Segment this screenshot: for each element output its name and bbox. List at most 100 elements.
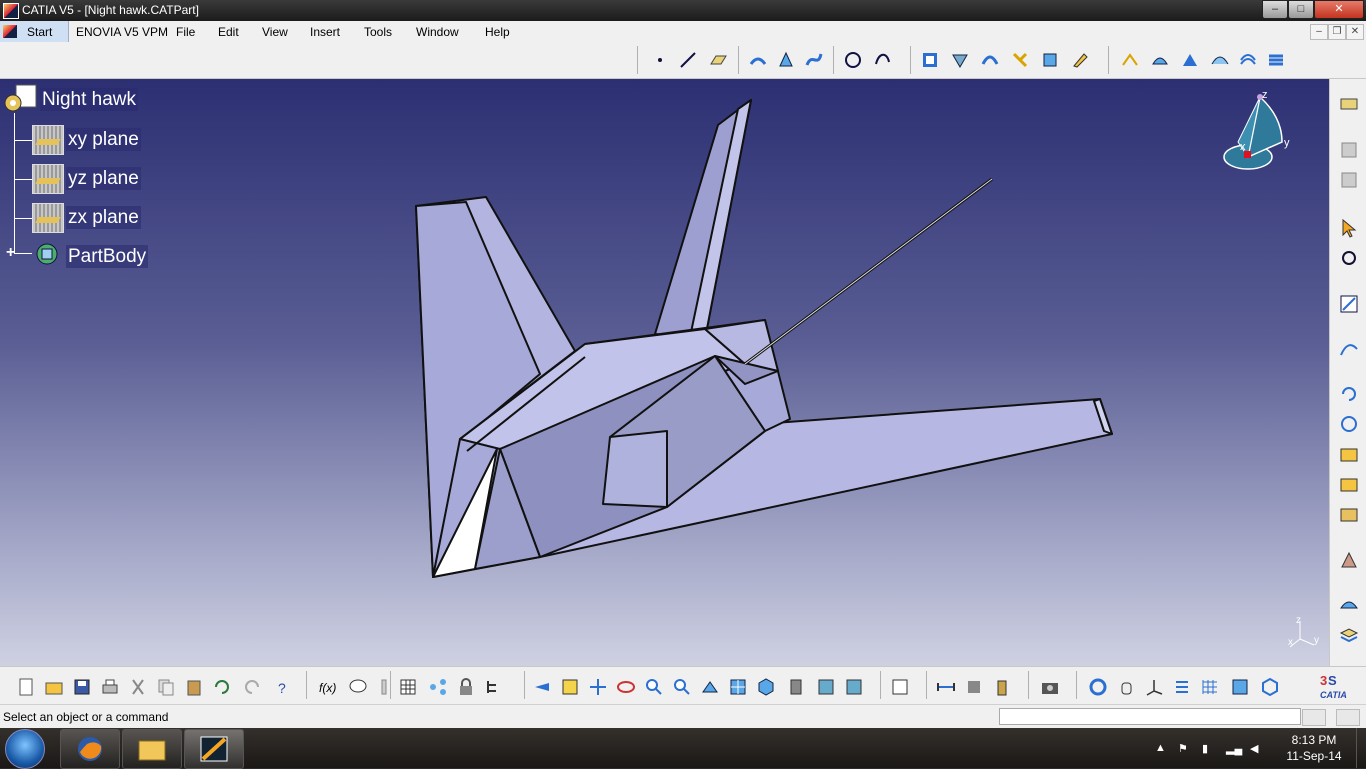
- select-arrow-icon[interactable]: [1338, 217, 1360, 239]
- undo-icon[interactable]: [212, 677, 232, 697]
- doc-close-button[interactable]: ✕: [1346, 24, 1364, 40]
- grid-icon[interactable]: [1200, 677, 1220, 697]
- menu-enovia[interactable]: ENOVIA V5 VPM: [76, 25, 168, 39]
- geometry-set-icon[interactable]: [1338, 473, 1360, 495]
- device-icon[interactable]: ▮: [1202, 742, 1214, 755]
- tree-icon[interactable]: [484, 677, 504, 697]
- axis-system-icon[interactable]: [1338, 593, 1360, 615]
- spline-icon[interactable]: [873, 50, 893, 70]
- menu-edit[interactable]: Edit: [218, 25, 239, 39]
- menu-tools[interactable]: Tools: [364, 25, 392, 39]
- menu-help[interactable]: Help: [485, 25, 510, 39]
- properties-icon[interactable]: [890, 677, 910, 697]
- lock-icon[interactable]: [456, 677, 476, 697]
- sketcher-icon[interactable]: [1338, 293, 1360, 315]
- normal-view-icon[interactable]: [700, 677, 720, 697]
- menu-start[interactable]: Start: [0, 21, 69, 42]
- pan-icon[interactable]: [588, 677, 608, 697]
- swirl-icon[interactable]: [1088, 677, 1108, 697]
- menu-insert[interactable]: Insert: [310, 25, 340, 39]
- 3d-viewport[interactable]: Night hawk xy plane yz plane zx plane + …: [0, 79, 1329, 666]
- circle-icon[interactable]: [843, 50, 863, 70]
- table-icon[interactable]: [398, 677, 418, 697]
- maximize-button[interactable]: □: [1288, 0, 1314, 19]
- view-mode-icon[interactable]: [1230, 677, 1250, 697]
- menu-file[interactable]: File: [176, 25, 195, 39]
- formula-icon[interactable]: f(x): [318, 677, 338, 697]
- zoom-out-icon[interactable]: [672, 677, 692, 697]
- doc-minimize-button[interactable]: –: [1310, 24, 1328, 40]
- point-icon[interactable]: [650, 50, 670, 70]
- iso-view-icon[interactable]: [756, 677, 776, 697]
- knowledge-icon[interactable]: [374, 677, 394, 697]
- axis-icon[interactable]: [1144, 677, 1164, 697]
- cut-icon[interactable]: [128, 677, 148, 697]
- snap-icon[interactable]: [1338, 247, 1360, 269]
- surface-icon[interactable]: [1150, 50, 1170, 70]
- swap-visible-icon[interactable]: [844, 677, 864, 697]
- fly-mode-icon[interactable]: [532, 677, 552, 697]
- volume-icon[interactable]: ◀: [1250, 742, 1262, 755]
- taskbar-explorer[interactable]: [122, 729, 182, 769]
- doc-restore-button[interactable]: ❐: [1328, 24, 1346, 40]
- command-input[interactable]: [999, 708, 1301, 725]
- help-icon[interactable]: ?: [272, 677, 292, 697]
- camera-icon[interactable]: [1040, 677, 1060, 697]
- pattern-icon[interactable]: [1338, 413, 1360, 435]
- multi-view-icon[interactable]: [728, 677, 748, 697]
- translate-icon[interactable]: [1040, 50, 1060, 70]
- list-icon[interactable]: [1172, 677, 1192, 697]
- status-button[interactable]: [1302, 709, 1326, 726]
- zoom-in-icon[interactable]: [644, 677, 664, 697]
- pencil-icon[interactable]: [1070, 50, 1090, 70]
- windows-start-icon[interactable]: [5, 729, 45, 769]
- cube-icon[interactable]: [1260, 677, 1280, 697]
- measure-item-icon[interactable]: [964, 677, 984, 697]
- sweep-icon[interactable]: [804, 50, 824, 70]
- hand-icon[interactable]: [1116, 677, 1136, 697]
- revolve-icon[interactable]: [776, 50, 796, 70]
- offset-icon[interactable]: [1238, 50, 1258, 70]
- fit-all-icon[interactable]: [560, 677, 580, 697]
- blend-icon[interactable]: [1210, 50, 1230, 70]
- system-clock[interactable]: 8:13 PM 11-Sep-14: [1284, 732, 1344, 764]
- fill-icon[interactable]: [1180, 50, 1200, 70]
- paste-icon[interactable]: [184, 677, 204, 697]
- inertia-icon[interactable]: [992, 677, 1012, 697]
- new-file-icon[interactable]: [16, 677, 36, 697]
- line-icon[interactable]: [678, 50, 698, 70]
- menu-view[interactable]: View: [262, 25, 288, 39]
- close-button[interactable]: ✕: [1314, 0, 1364, 19]
- workbench-icon[interactable]: [1338, 93, 1360, 115]
- copy-icon[interactable]: [156, 677, 176, 697]
- layers-icon[interactable]: [1266, 50, 1286, 70]
- rotate-view-icon[interactable]: [616, 677, 636, 697]
- taskbar-firefox[interactable]: [60, 729, 120, 769]
- redo-icon[interactable]: [242, 677, 262, 697]
- rotate-icon[interactable]: [1338, 383, 1360, 405]
- hybrid-icon[interactable]: [1338, 549, 1360, 571]
- night-hawk-model[interactable]: [0, 79, 1329, 666]
- catalog-icon[interactable]: [1338, 139, 1360, 161]
- compass-widget[interactable]: [1220, 87, 1300, 177]
- wireframe-icon[interactable]: [1120, 50, 1140, 70]
- folder-icon[interactable]: [1338, 443, 1360, 465]
- body-icon[interactable]: [1338, 503, 1360, 525]
- action-center-flag-icon[interactable]: ⚑: [1178, 742, 1190, 755]
- open-folder-icon[interactable]: [44, 677, 64, 697]
- print-icon[interactable]: [100, 677, 120, 697]
- show-desktop-button[interactable]: [1356, 728, 1366, 768]
- minimize-button[interactable]: –: [1262, 0, 1288, 19]
- curve-icon[interactable]: [1338, 337, 1360, 359]
- taskbar-catia[interactable]: [184, 729, 244, 769]
- boundary-icon[interactable]: [920, 50, 940, 70]
- join-icon[interactable]: [980, 50, 1000, 70]
- network-signal-icon[interactable]: ▂▄: [1226, 742, 1242, 755]
- hide-show-icon[interactable]: [816, 677, 836, 697]
- comment-icon[interactable]: [348, 677, 368, 697]
- split-icon[interactable]: [1010, 50, 1030, 70]
- plane-icon[interactable]: [708, 50, 728, 70]
- stack-icon[interactable]: [1338, 623, 1360, 645]
- status-button[interactable]: [1336, 709, 1360, 726]
- network-icon[interactable]: [428, 677, 448, 697]
